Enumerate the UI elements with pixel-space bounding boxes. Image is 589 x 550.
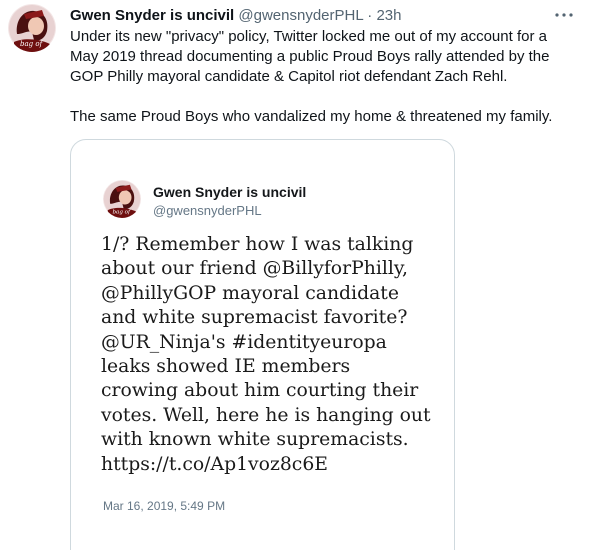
embedded-author-name: Gwen Snyder is uncivil [153, 184, 307, 200]
svg-text:bag of: bag of [113, 209, 131, 215]
author-avatar[interactable]: bag of [8, 4, 56, 52]
author-handle[interactable]: @gwensnyderPHL [238, 7, 363, 24]
tweet-header: Gwen Snyder is uncivil @gwensnyderPHL · … [70, 6, 549, 26]
embedded-tweet-date: Mar 16, 2019, 5:49 PM [103, 499, 226, 513]
svg-text:bag of: bag of [20, 40, 44, 48]
author-name[interactable]: Gwen Snyder is uncivil [70, 7, 234, 24]
avatar-image-icon: bag of [103, 180, 141, 218]
more-icon[interactable] [553, 4, 575, 26]
tweet-text-paragraph-1: Under its new "privacy" policy, Twitter … [70, 28, 550, 85]
embedded-author-handle: @gwensnyderPHL [153, 203, 262, 218]
avatar-image-icon: bag of [8, 4, 56, 52]
separator-dot: · [367, 7, 373, 24]
tweet-text-paragraph-2: The same Proud Boys who vandalized my ho… [70, 108, 553, 125]
embedded-tweet-text: 1/? Remember how I was talking about our… [101, 234, 431, 475]
embedded-tweet-image[interactable]: bag of Gwen Snyder is uncivil @gwensnyde… [70, 139, 455, 550]
tweet-time[interactable]: 23h [376, 7, 401, 24]
tweet-text: Under its new "privacy" policy, Twitter … [70, 27, 575, 127]
tweet: bag of Gwen Snyder is uncivil @gwensnyde… [0, 0, 589, 550]
embedded-author-avatar: bag of [103, 180, 141, 218]
